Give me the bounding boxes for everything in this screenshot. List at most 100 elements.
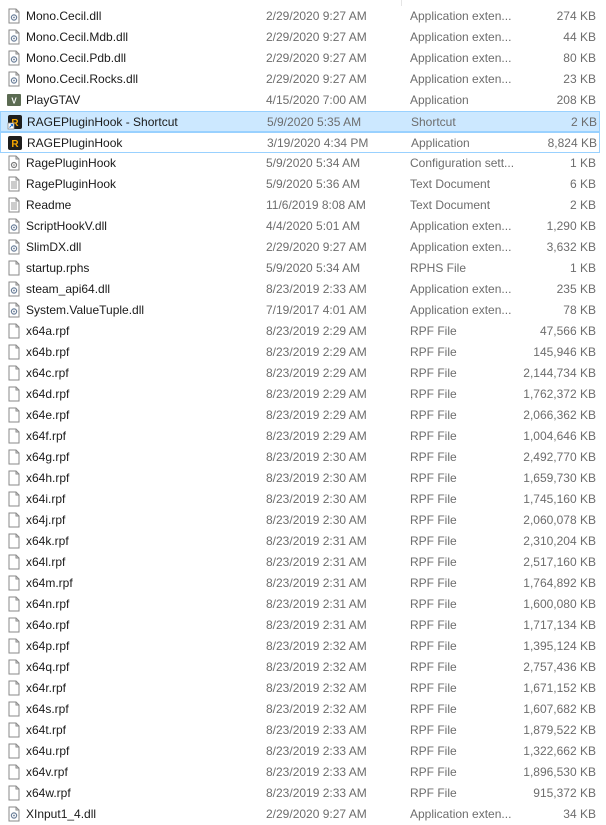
file-date-modified: 5/9/2020 5:36 AM bbox=[266, 177, 361, 191]
file-size: 145,946 KB bbox=[533, 345, 596, 359]
file-date-modified: 8/23/2019 2:31 AM bbox=[266, 534, 367, 548]
file-date-modified: 2/29/2020 9:27 AM bbox=[266, 807, 367, 821]
file-name: x64v.rpf bbox=[26, 765, 68, 779]
file-row[interactable]: x64w.rpf 8/23/2019 2:33 AM RPF File 915,372… bbox=[0, 783, 600, 804]
file-row[interactable]: x64e.rpf 8/23/2019 2:29 AM RPF File 2,066,3… bbox=[0, 405, 600, 426]
file-row[interactable]: x64d.rpf 8/23/2019 2:29 AM RPF File 1,762,3… bbox=[0, 384, 600, 405]
file-name: x64o.rpf bbox=[26, 618, 70, 632]
file-name: ScriptHookV.dll bbox=[26, 219, 107, 233]
blank-file-icon bbox=[6, 764, 22, 780]
dll-icon bbox=[6, 806, 22, 822]
file-row[interactable]: x64l.rpf 8/23/2019 2:31 AM RPF File 2,517,1… bbox=[0, 552, 600, 573]
file-row[interactable]: Readme 11/6/2019 8:08 AM Text Document 2 KB bbox=[0, 195, 600, 216]
file-date-modified: 8/23/2019 2:33 AM bbox=[266, 744, 367, 758]
file-type: Application bbox=[411, 136, 470, 150]
file-row[interactable]: R RAGEPluginHook - Shortcut 5/9/2020 5:35 … bbox=[0, 111, 600, 132]
file-name: x64n.rpf bbox=[26, 597, 70, 611]
file-date-modified: 8/23/2019 2:29 AM bbox=[266, 324, 367, 338]
dll-icon bbox=[6, 302, 22, 318]
file-row[interactable]: R RAGEPluginHook 3/19/2020 4:34 PM Applicat… bbox=[0, 132, 600, 153]
file-size: 23 KB bbox=[563, 72, 596, 86]
file-date-modified: 8/23/2019 2:31 AM bbox=[266, 618, 367, 632]
file-row[interactable]: x64q.rpf 8/23/2019 2:32 AM RPF File 2,757,4… bbox=[0, 657, 600, 678]
file-row[interactable]: RagePluginHook 5/9/2020 5:36 AM Text Docum… bbox=[0, 174, 600, 195]
file-row[interactable]: Mono.Cecil.Rocks.dll 2/29/2020 9:27 AM App… bbox=[0, 69, 600, 90]
file-type: RPF File bbox=[410, 513, 457, 527]
file-row[interactable]: steam_api64.dll 8/23/2019 2:33 AM Applicat… bbox=[0, 279, 600, 300]
file-row[interactable]: Mono.Cecil.Mdb.dll 2/29/2020 9:27 AM Appli… bbox=[0, 27, 600, 48]
file-row[interactable]: x64b.rpf 8/23/2019 2:29 AM RPF File 145,946… bbox=[0, 342, 600, 363]
file-size: 1,879,522 KB bbox=[523, 723, 596, 737]
file-name: Mono.Cecil.Pdb.dll bbox=[26, 51, 127, 65]
file-type: RPF File bbox=[410, 723, 457, 737]
file-name: x64m.rpf bbox=[26, 576, 73, 590]
file-row[interactable]: Mono.Cecil.Pdb.dll 2/29/2020 9:27 AM Appli… bbox=[0, 48, 600, 69]
file-row[interactable]: x64n.rpf 8/23/2019 2:31 AM RPF File 1,600,0… bbox=[0, 594, 600, 615]
blank-file-icon bbox=[6, 722, 22, 738]
file-size: 1,745,160 KB bbox=[523, 492, 596, 506]
file-row[interactable]: ScriptHookV.dll 4/4/2020 5:01 AM Applicati… bbox=[0, 216, 600, 237]
file-name: x64e.rpf bbox=[26, 408, 70, 422]
file-size: 1 KB bbox=[569, 261, 596, 275]
dll-icon bbox=[6, 29, 22, 45]
file-type: Text Document bbox=[410, 177, 491, 191]
dll-icon bbox=[6, 71, 22, 87]
file-date-modified: 7/19/2017 4:01 AM bbox=[266, 303, 367, 317]
file-date-modified: 8/23/2019 2:31 AM bbox=[266, 555, 367, 569]
file-size: 1,764,892 KB bbox=[523, 576, 596, 590]
file-type: Application exten... bbox=[410, 9, 512, 23]
file-name: x64j.rpf bbox=[26, 513, 66, 527]
blank-file-icon bbox=[6, 323, 22, 339]
file-row[interactable]: x64h.rpf 8/23/2019 2:30 AM RPF File 1,659,7… bbox=[0, 468, 600, 489]
file-date-modified: 8/23/2019 2:31 AM bbox=[266, 597, 367, 611]
file-row[interactable]: x64j.rpf 8/23/2019 2:30 AM RPF File 2,060,0… bbox=[0, 510, 600, 531]
file-type: RPF File bbox=[410, 660, 457, 674]
file-type: RPF File bbox=[410, 366, 457, 380]
file-row[interactable]: V PlayGTAV 4/15/2020 7:00 AM Application 208… bbox=[0, 90, 600, 111]
file-row[interactable]: x64g.rpf 8/23/2019 2:30 AM RPF File 2,492,7… bbox=[0, 447, 600, 468]
file-size: 1,004,646 KB bbox=[523, 429, 596, 443]
file-type: Application exten... bbox=[410, 240, 512, 254]
file-size: 3,632 KB bbox=[546, 240, 596, 254]
blank-file-icon bbox=[6, 533, 22, 549]
file-row[interactable]: x64r.rpf 8/23/2019 2:32 AM RPF File 1,671,1… bbox=[0, 678, 600, 699]
file-row[interactable]: x64u.rpf 8/23/2019 2:33 AM RPF File 1,322,6… bbox=[0, 741, 600, 762]
file-row[interactable]: x64f.rpf 8/23/2019 2:29 AM RPF File 1,004,6… bbox=[0, 426, 600, 447]
file-row[interactable]: XInput1_4.dll 2/29/2020 9:27 AM Applicatio… bbox=[0, 804, 600, 825]
file-type: RPF File bbox=[410, 786, 457, 800]
file-row[interactable]: x64t.rpf 8/23/2019 2:33 AM RPF File 1,879,5… bbox=[0, 720, 600, 741]
file-row[interactable]: x64s.rpf 8/23/2019 2:32 AM RPF File 1,607,6… bbox=[0, 699, 600, 720]
file-type: RPHS File bbox=[410, 261, 467, 275]
file-row[interactable]: startup.rphs 5/9/2020 5:34 AM RPHS File 1 K… bbox=[0, 258, 600, 279]
file-size: 2,517,160 KB bbox=[523, 555, 596, 569]
file-row[interactable]: SlimDX.dll 2/29/2020 9:27 AM Application e… bbox=[0, 237, 600, 258]
file-row[interactable]: System.ValueTuple.dll 7/19/2017 4:01 AM Ap… bbox=[0, 300, 600, 321]
file-type: RPF File bbox=[410, 702, 457, 716]
file-type: RPF File bbox=[410, 618, 457, 632]
file-size: 47,566 KB bbox=[539, 324, 596, 338]
file-type: RPF File bbox=[410, 471, 457, 485]
file-date-modified: 5/9/2020 5:35 AM bbox=[267, 115, 362, 129]
blank-file-icon bbox=[6, 596, 22, 612]
file-row[interactable]: Mono.Cecil.dll 2/29/2020 9:27 AM Applicati… bbox=[0, 6, 600, 27]
file-row[interactable]: x64k.rpf 8/23/2019 2:31 AM RPF File 2,310,2… bbox=[0, 531, 600, 552]
file-row[interactable]: x64a.rpf 8/23/2019 2:29 AM RPF File 47,566 … bbox=[0, 321, 600, 342]
file-name: RAGEPluginHook bbox=[27, 136, 123, 150]
file-row[interactable]: x64v.rpf 8/23/2019 2:33 AM RPF File 1,896,5… bbox=[0, 762, 600, 783]
file-row[interactable]: x64i.rpf 8/23/2019 2:30 AM RPF File 1,745,1… bbox=[0, 489, 600, 510]
file-name: Mono.Cecil.Mdb.dll bbox=[26, 30, 129, 44]
file-type: RPF File bbox=[410, 576, 457, 590]
svg-text:V: V bbox=[11, 97, 17, 106]
file-row[interactable]: x64c.rpf 8/23/2019 2:29 AM RPF File 2,144,7… bbox=[0, 363, 600, 384]
file-row[interactable]: RagePluginHook 5/9/2020 5:34 AM Configurat… bbox=[0, 153, 600, 174]
file-row[interactable]: x64o.rpf 8/23/2019 2:31 AM RPF File 1,717,1… bbox=[0, 615, 600, 636]
file-date-modified: 8/23/2019 2:29 AM bbox=[266, 408, 367, 422]
file-row[interactable]: x64m.rpf 8/23/2019 2:31 AM RPF File 1,764,8… bbox=[0, 573, 600, 594]
file-name: x64r.rpf bbox=[26, 681, 67, 695]
file-row[interactable]: x64p.rpf 8/23/2019 2:32 AM RPF File 1,395,1… bbox=[0, 636, 600, 657]
file-type: Configuration sett... bbox=[410, 156, 515, 170]
file-name: Mono.Cecil.Rocks.dll bbox=[26, 72, 139, 86]
file-type: Text Document bbox=[410, 198, 491, 212]
file-type: RPF File bbox=[410, 597, 457, 611]
file-size: 1,671,152 KB bbox=[523, 681, 596, 695]
